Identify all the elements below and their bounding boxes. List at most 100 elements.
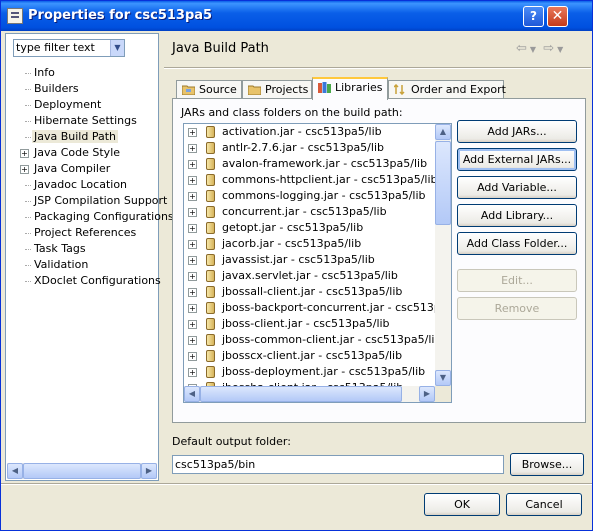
expand-icon[interactable]: + — [188, 144, 197, 153]
tab-source[interactable]: Source — [176, 80, 242, 99]
forward-arrow-icon[interactable]: ⇨ — [543, 41, 554, 56]
scroll-thumb[interactable] — [200, 386, 402, 402]
jar-label: getopt.jar - csc513pa5/lib — [222, 221, 364, 234]
nav-item-deployment[interactable]: Deployment — [6, 97, 158, 113]
jar-label: commons-logging.jar - csc513pa5/lib — [222, 189, 426, 202]
jar-list-item[interactable]: + jboss-deployment.jar - csc513pa5/lib — [184, 364, 451, 380]
jar-list-item[interactable]: + javax.servlet.jar - csc513pa5/lib — [184, 268, 451, 284]
nav-item-info[interactable]: Info — [6, 65, 158, 81]
nav-item-label: Packaging Configurations — [34, 210, 174, 223]
jar-list-item[interactable]: + concurrent.jar - csc513pa5/lib — [184, 204, 451, 220]
jar-list-item[interactable]: + jbossall-client.jar - csc513pa5/lib — [184, 284, 451, 300]
filter-input[interactable]: type filter text ▼ — [13, 39, 125, 57]
expand-icon[interactable]: + — [188, 336, 197, 345]
expand-icon[interactable]: + — [188, 288, 197, 297]
jar-list-label: JARs and class folders on the build path… — [181, 106, 403, 119]
chevron-down-icon[interactable]: ▼ — [557, 45, 563, 54]
nav-item-builders[interactable]: Builders — [6, 81, 158, 97]
order-export-icon — [394, 84, 405, 95]
tab-projects[interactable]: Projects — [242, 80, 312, 99]
jar-list-item[interactable]: + getopt.jar - csc513pa5/lib — [184, 220, 451, 236]
scroll-thumb[interactable] — [435, 141, 451, 225]
nav-item-validation[interactable]: Validation — [6, 257, 158, 273]
expand-icon[interactable]: + — [188, 320, 197, 329]
tab-order-and-export[interactable]: Order and Export — [388, 80, 506, 99]
property-page-tree: type filter text ▼ Info Builders Deploymen… — [5, 33, 174, 481]
add-variable-button[interactable]: Add Variable... — [457, 176, 577, 199]
nav-item-java-build-path[interactable]: Java Build Path — [6, 129, 158, 145]
title-bar[interactable]: Properties for csc513pa5 ? ✕ — [1, 1, 592, 31]
expand-icon[interactable]: + — [188, 352, 197, 361]
nav-item-xdoclet-configurations[interactable]: XDoclet Configurations — [6, 273, 161, 289]
jar-list-horizontal-scrollbar[interactable]: ◀ ▶ — [184, 386, 435, 402]
tree-horizontal-scrollbar[interactable]: ◀ ▶ — [7, 463, 157, 479]
jar-list-item[interactable]: + jboss-backport-concurrent.jar - csc513p… — [184, 300, 451, 316]
add-external-jars-button[interactable]: Add External JARs... — [457, 148, 577, 171]
expand-icon[interactable]: + — [188, 208, 197, 217]
remove-button[interactable]: Remove — [457, 297, 577, 320]
scroll-left-icon[interactable]: ◀ — [7, 463, 23, 479]
jar-list-item[interactable]: + jacorb.jar - csc513pa5/lib — [184, 236, 451, 252]
jar-list-item[interactable]: + avalon-framework.jar - csc513pa5/lib — [184, 156, 451, 172]
jar-list-item[interactable]: + jboss-common-client.jar - csc513pa5/lib — [184, 332, 451, 348]
expand-icon[interactable]: + — [188, 176, 197, 185]
add-class-folder-button[interactable]: Add Class Folder... — [457, 232, 577, 255]
add-jars-button[interactable]: Add JARs... — [457, 120, 577, 143]
jar-list-item[interactable]: + antlr-2.7.6.jar - csc513pa5/lib — [184, 140, 451, 156]
jar-list-item[interactable]: + javassist.jar - csc513pa5/lib — [184, 252, 451, 268]
expand-icon[interactable]: + — [188, 192, 197, 201]
tab-libraries[interactable]: Libraries — [312, 77, 388, 100]
cancel-button[interactable]: Cancel — [506, 493, 582, 516]
nav-item-java-compiler[interactable]: + Java Compiler — [6, 161, 158, 177]
expand-icon[interactable]: + — [188, 304, 197, 313]
close-button[interactable]: ✕ — [547, 6, 568, 27]
expand-icon[interactable]: + — [188, 256, 197, 265]
edit-button[interactable]: Edit... — [457, 269, 577, 292]
nav-item-task-tags[interactable]: Task Tags — [6, 241, 158, 257]
tree-connector — [25, 217, 31, 218]
jar-list-item[interactable]: + activation.jar - csc513pa5/lib — [184, 124, 451, 140]
build-path-jar-list[interactable]: + activation.jar - csc513pa5/lib + antlr-2.… — [183, 123, 452, 403]
expand-icon[interactable]: + — [20, 165, 29, 174]
nav-item-java-code-style[interactable]: + Java Code Style — [6, 145, 158, 161]
scroll-thumb[interactable] — [23, 463, 141, 479]
scroll-down-icon[interactable]: ▼ — [435, 370, 451, 386]
jar-list-item[interactable]: + jbosscx-client.jar - csc513pa5/lib — [184, 348, 451, 364]
scroll-up-icon[interactable]: ▲ — [435, 124, 451, 140]
tree-connector — [25, 89, 31, 90]
nav-item-label: Project References — [34, 226, 137, 239]
add-library-button[interactable]: Add Library... — [457, 204, 577, 227]
tree-connector — [25, 201, 31, 202]
tree-connector — [25, 105, 31, 106]
scroll-right-icon[interactable]: ▶ — [419, 386, 435, 402]
expand-icon[interactable]: + — [188, 160, 197, 169]
expand-icon[interactable]: + — [20, 149, 29, 158]
tree-connector — [25, 233, 31, 234]
scroll-right-icon[interactable]: ▶ — [141, 463, 157, 479]
expand-icon[interactable]: + — [188, 128, 197, 137]
jar-list-item[interactable]: + commons-httpclient.jar - csc513pa5/lib — [184, 172, 451, 188]
expand-icon[interactable]: + — [188, 368, 197, 377]
expand-icon[interactable]: + — [188, 272, 197, 281]
nav-item-hibernate-settings[interactable]: Hibernate Settings — [6, 113, 158, 129]
jar-file-icon — [206, 174, 215, 186]
chevron-down-icon[interactable]: ▼ — [110, 40, 124, 56]
chevron-down-icon[interactable]: ▼ — [530, 45, 536, 54]
back-arrow-icon[interactable]: ⇦ — [516, 41, 527, 56]
scroll-left-icon[interactable]: ◀ — [184, 386, 200, 402]
help-button[interactable]: ? — [523, 6, 544, 27]
jar-label: jboss-common-client.jar - csc513pa5/lib — [222, 333, 442, 346]
nav-item-project-references[interactable]: Project References — [6, 225, 158, 241]
jar-list-item[interactable]: + commons-logging.jar - csc513pa5/lib — [184, 188, 451, 204]
default-output-folder-field[interactable]: csc513pa5/bin — [172, 455, 504, 474]
jar-list-vertical-scrollbar[interactable]: ▲ ▼ — [435, 124, 451, 386]
nav-item-packaging-configurations[interactable]: Packaging Configurations — [6, 209, 174, 225]
expand-icon[interactable]: + — [188, 224, 197, 233]
nav-item-label: Java Build Path — [32, 130, 119, 143]
nav-item-jsp-compilation-support[interactable]: JSP Compilation Support — [6, 193, 167, 209]
browse-button[interactable]: Browse... — [510, 453, 584, 476]
expand-icon[interactable]: + — [188, 240, 197, 249]
ok-button[interactable]: OK — [424, 493, 500, 516]
jar-list-item[interactable]: + jboss-client.jar - csc513pa5/lib — [184, 316, 451, 332]
nav-item-javadoc-location[interactable]: Javadoc Location — [6, 177, 158, 193]
